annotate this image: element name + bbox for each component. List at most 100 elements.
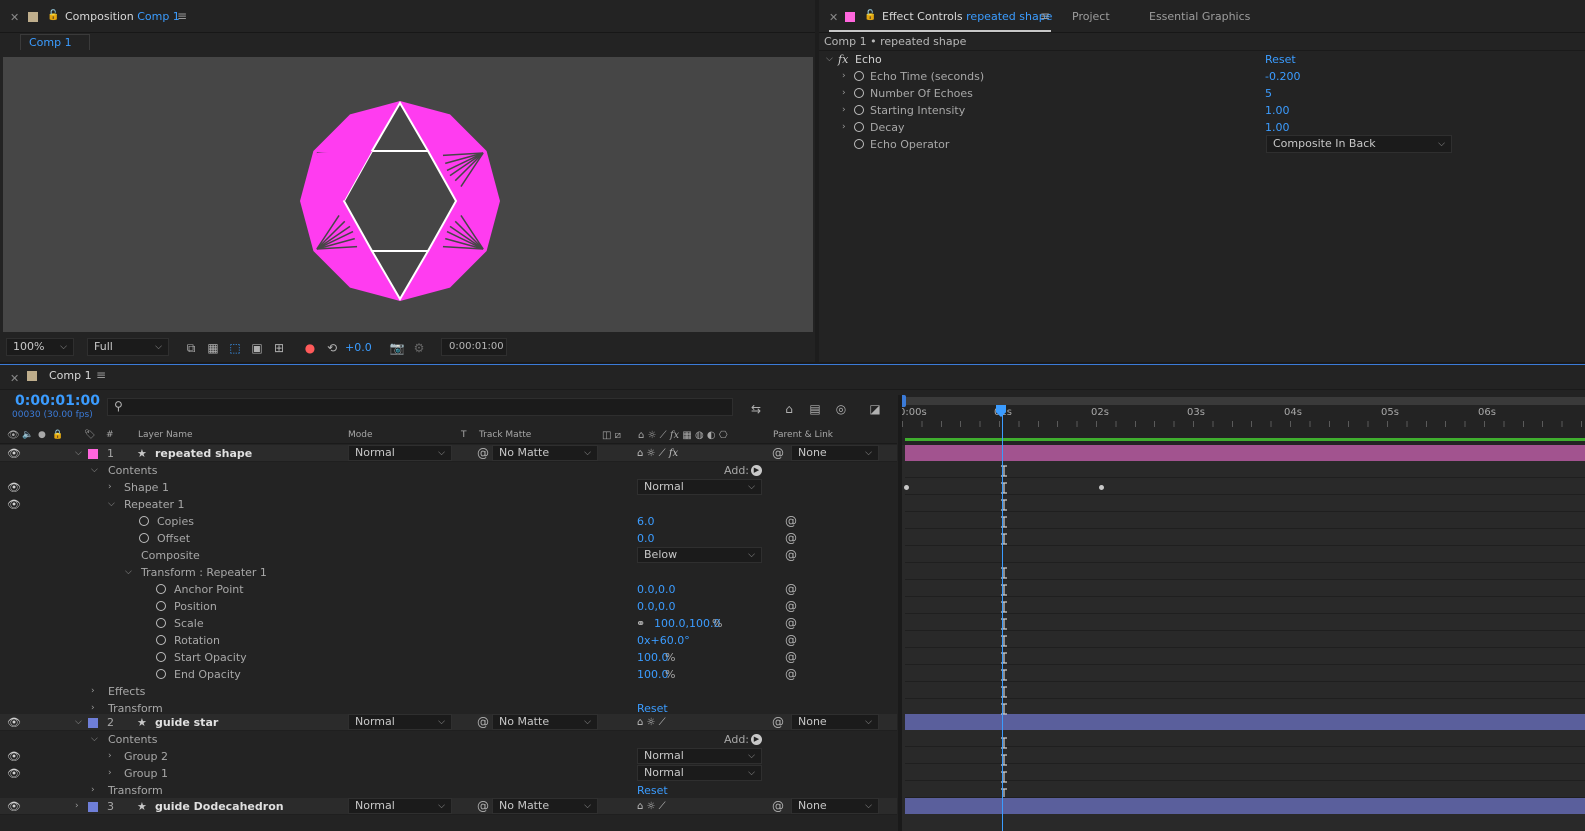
work-area-bar[interactable] xyxy=(905,438,1585,441)
stopwatch-icon[interactable] xyxy=(156,669,166,679)
expression-pick-whip-icon[interactable]: @ xyxy=(785,649,797,666)
starting-intensity-value[interactable]: 1.00 xyxy=(1265,102,1290,119)
solo-icon[interactable]: ● xyxy=(38,427,46,444)
constrain-proportions-link-icon[interactable]: ⚭ xyxy=(636,615,645,632)
layer-name[interactable]: guide Dodecahedron xyxy=(155,798,284,815)
show-snapshot-icon[interactable]: ⚙ xyxy=(411,340,427,356)
tab-timeline-comp[interactable]: Comp 1 xyxy=(49,359,92,393)
chevron-right-icon[interactable]: › xyxy=(75,798,79,815)
tab-effect-controls[interactable]: Effect Controls repeated shape xyxy=(882,0,1052,34)
stopwatch-icon[interactable] xyxy=(854,71,864,81)
parent-dropdown[interactable]: None ⌵ xyxy=(791,798,879,814)
expression-pick-whip-icon[interactable]: @ xyxy=(785,581,797,598)
layer-row[interactable]: 👁 ⌵ 2 ★ guide star Normal ⌵ @ No Matte ⌵ ⌂… xyxy=(0,714,897,731)
mode-dropdown[interactable]: Normal ⌵ xyxy=(348,445,452,461)
anchor-point-value[interactable]: 0.0,0.0 xyxy=(637,581,675,598)
chevron-down-icon[interactable]: ⌵ xyxy=(108,496,115,513)
eye-icon[interactable]: 👁 xyxy=(7,496,21,513)
position-value[interactable]: 0.0,0.0 xyxy=(637,598,675,615)
track-matte-dropdown[interactable]: No Matte ⌵ xyxy=(492,798,598,814)
start-opacity-value[interactable]: 100.0 xyxy=(637,649,669,666)
offset-value[interactable]: 0.0 xyxy=(637,530,655,547)
zoom-dropdown[interactable]: 100% ⌵ xyxy=(6,338,74,356)
fast-previews-icon[interactable]: ⧉ xyxy=(183,340,199,356)
pick-whip-icon[interactable]: @ xyxy=(477,714,489,731)
parent-pick-whip-icon[interactable]: @ xyxy=(772,714,784,731)
expression-pick-whip-icon[interactable]: @ xyxy=(785,530,797,547)
chevron-right-icon[interactable]: › xyxy=(842,68,846,85)
parent-dropdown[interactable]: None ⌵ xyxy=(791,445,879,461)
comp-subtab[interactable]: Comp 1 xyxy=(20,34,90,50)
group2-blend-dropdown[interactable]: Normal ⌵ xyxy=(637,748,762,764)
layer-name[interactable]: repeated shape xyxy=(155,445,252,462)
chevron-right-icon[interactable]: › xyxy=(108,748,112,765)
tab-project[interactable]: Project xyxy=(1072,0,1110,34)
effect-echo-row[interactable]: ⌵ fx Echo Reset xyxy=(822,51,1582,68)
parent-dropdown[interactable]: None ⌵ xyxy=(791,714,879,730)
close-icon[interactable]: ✕ xyxy=(10,11,19,24)
transform-reset-link[interactable]: Reset xyxy=(637,782,668,799)
parent-pick-whip-icon[interactable]: @ xyxy=(772,798,784,815)
eye-icon[interactable]: 👁 xyxy=(7,479,21,496)
close-icon[interactable]: ✕ xyxy=(829,11,838,24)
layer-search-input[interactable]: ⚲ xyxy=(107,398,733,416)
chevron-right-icon[interactable]: › xyxy=(842,119,846,136)
group1-blend-dropdown[interactable]: Normal ⌵ xyxy=(637,765,762,781)
pick-whip-icon[interactable]: @ xyxy=(477,445,489,462)
expression-pick-whip-icon[interactable]: @ xyxy=(785,632,797,649)
stopwatch-icon[interactable] xyxy=(156,635,166,645)
eye-icon[interactable]: 👁 xyxy=(7,445,21,462)
color-channels-icon[interactable]: ● xyxy=(302,340,318,356)
lock-icon[interactable]: 🔓 xyxy=(47,10,59,21)
chevron-down-icon[interactable]: ⌵ xyxy=(75,445,82,462)
expression-pick-whip-icon[interactable]: @ xyxy=(785,598,797,615)
stopwatch-icon[interactable] xyxy=(139,533,149,543)
mode-dropdown[interactable]: Normal ⌵ xyxy=(348,798,452,814)
playhead-line[interactable] xyxy=(1002,405,1003,831)
chevron-right-icon[interactable]: › xyxy=(842,85,846,102)
echo-time-value[interactable]: -0.200 xyxy=(1265,68,1300,85)
decay-value[interactable]: 1.00 xyxy=(1265,119,1290,136)
stopwatch-icon[interactable] xyxy=(854,88,864,98)
composite-dropdown[interactable]: Below ⌵ xyxy=(637,547,762,563)
lock-icon[interactable]: 🔓 xyxy=(864,10,876,21)
effect-reset-link[interactable]: Reset xyxy=(1265,51,1296,68)
layer-name[interactable]: guide star xyxy=(155,714,218,731)
transparency-grid-icon[interactable]: ▦ xyxy=(205,340,221,356)
snapshot-camera-icon[interactable]: 📷 xyxy=(389,340,405,356)
chevron-right-icon[interactable]: › xyxy=(108,479,112,496)
stopwatch-icon[interactable] xyxy=(854,122,864,132)
stopwatch-icon[interactable] xyxy=(854,105,864,115)
layer-switches[interactable]: ⌂ ☼ ⟋ xyxy=(637,798,666,815)
composition-mini-flowchart-icon[interactable]: ⇆ xyxy=(748,401,764,417)
add-content-button[interactable]: ▶ xyxy=(751,465,762,476)
add-content-button[interactable]: ▶ xyxy=(751,734,762,745)
echo-operator-dropdown[interactable]: Composite In Back ⌵ xyxy=(1266,135,1452,153)
panel-menu-icon[interactable]: ≡ xyxy=(96,368,106,382)
chevron-right-icon[interactable]: › xyxy=(91,683,95,700)
layer3-duration-bar[interactable] xyxy=(905,798,1585,814)
reset-exposure-icon[interactable]: ⟲ xyxy=(324,340,340,356)
tab-composition[interactable]: Composition Comp 1 xyxy=(65,0,180,34)
eye-icon[interactable]: 👁 xyxy=(7,765,21,782)
hide-shy-layers-icon[interactable]: ▤ xyxy=(807,401,823,417)
eye-icon[interactable]: 👁 xyxy=(7,798,21,815)
region-of-interest-icon[interactable]: ▣ xyxy=(249,340,265,356)
stopwatch-icon[interactable] xyxy=(854,139,864,149)
expression-pick-whip-icon[interactable]: @ xyxy=(785,547,797,564)
layer-row[interactable]: 👁 ⌵ 1 ★ repeated shape Normal ⌵ @ No Matt… xyxy=(0,445,897,462)
resolution-dropdown[interactable]: Full ⌵ xyxy=(87,338,169,356)
eye-icon[interactable]: 👁 xyxy=(7,714,21,731)
pick-whip-icon[interactable]: @ xyxy=(477,798,489,815)
motion-blur-icon[interactable]: ◪ xyxy=(867,401,883,417)
rotation-value[interactable]: 0x+60.0° xyxy=(637,632,690,649)
current-time-display[interactable]: 0:00:01:00 xyxy=(15,393,100,409)
expression-pick-whip-icon[interactable]: @ xyxy=(785,615,797,632)
stopwatch-icon[interactable] xyxy=(139,516,149,526)
close-icon[interactable]: ✕ xyxy=(10,372,19,385)
viewer-timecode[interactable]: 0:00:01:00 xyxy=(441,338,507,356)
exposure-value[interactable]: +0.0 xyxy=(345,341,372,354)
layer-row[interactable]: 👁 › 3 ★ guide Dodecahedron Normal ⌵ @ No … xyxy=(0,798,897,815)
layer-name-header[interactable]: Layer Name xyxy=(138,427,193,444)
layer-label-color[interactable] xyxy=(88,718,98,728)
